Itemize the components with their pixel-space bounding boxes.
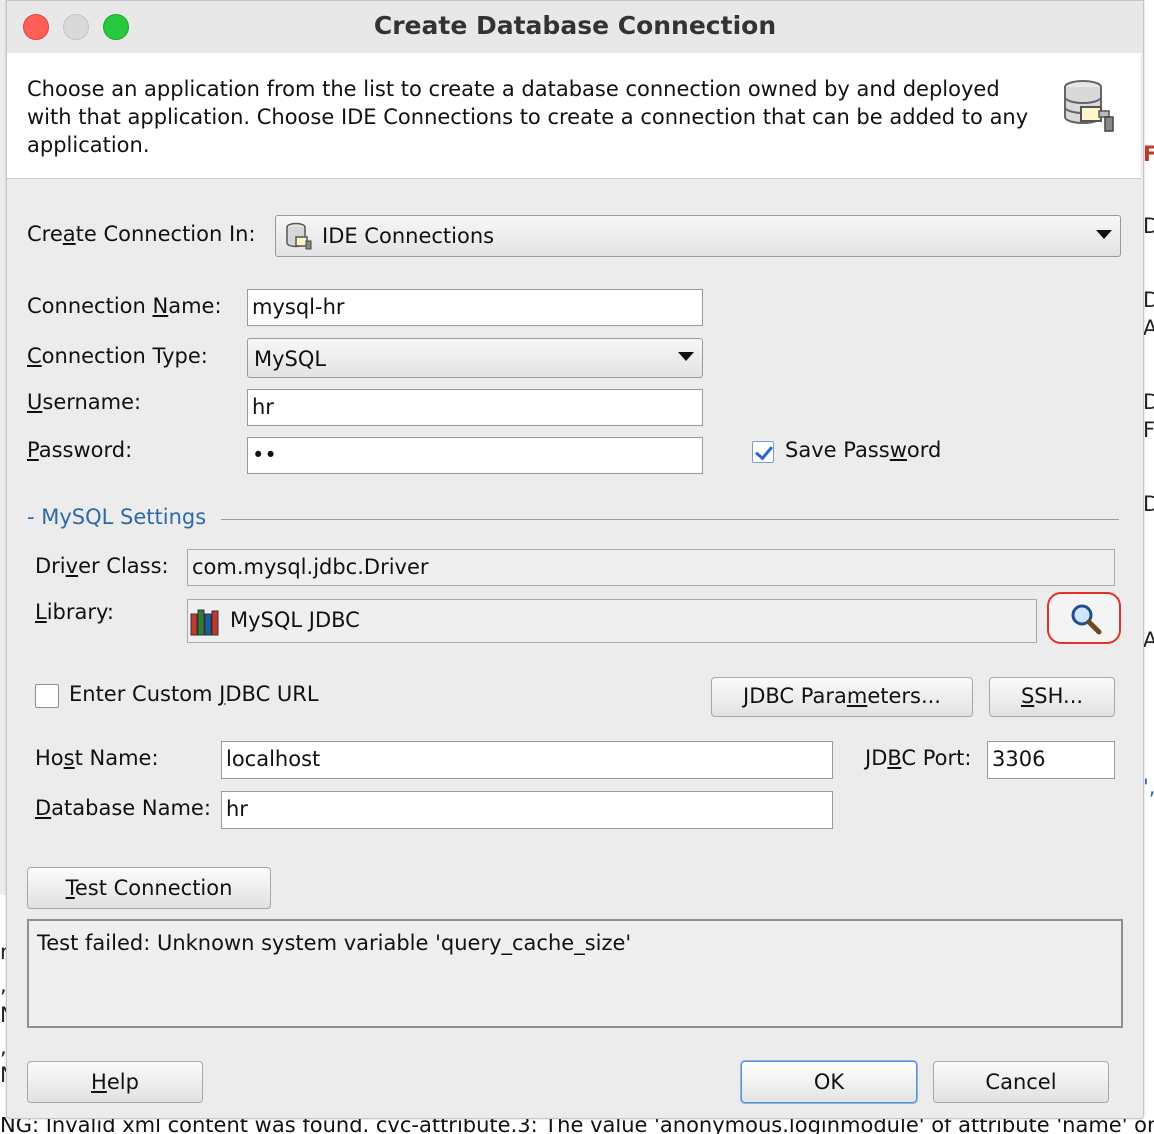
bg-fragment: A (1143, 316, 1154, 340)
create-connection-in-select[interactable]: IDE Connections (275, 215, 1121, 257)
library-label: Library: (35, 600, 114, 624)
password-input[interactable]: •• (247, 437, 703, 474)
bg-fragment: D (1143, 390, 1154, 414)
connection-name-label: Connection Name: (27, 294, 222, 318)
library-browse-button[interactable] (1047, 592, 1121, 644)
bg-fragment: A (1143, 628, 1154, 652)
create-connection-in-label: Create Connection In: (27, 222, 256, 246)
chevron-down-icon (1096, 230, 1112, 239)
username-label: Username: (27, 390, 142, 414)
mysql-settings-toggle[interactable]: - MySQL Settings (27, 505, 206, 529)
search-icon (1071, 604, 1102, 635)
username-input[interactable]: hr (247, 389, 703, 426)
test-result-area: Test failed: Unknown system variable 'qu… (27, 919, 1123, 1028)
host-name-label: Host Name: (35, 746, 159, 770)
custom-jdbc-url-label[interactable]: Enter Custom JDBC URL (69, 682, 319, 706)
create-connection-in-value: IDE Connections (322, 224, 495, 248)
header-description: Choose an application from the list to c… (27, 77, 1029, 157)
driver-class-field: com.mysql.jdbc.Driver (187, 549, 1115, 586)
bg-fragment: D (1143, 214, 1154, 238)
library-field: MySQL JDBC (187, 599, 1037, 643)
background-log-line: NG: Invalid xml content was found. cvc-a… (0, 1117, 1154, 1134)
title-bar[interactable]: Create Database Connection (7, 1, 1143, 53)
password-label: Password: (27, 438, 133, 462)
bg-fragment: Fo (1143, 142, 1154, 166)
chevron-down-icon (678, 352, 694, 361)
header-panel: Choose an application from the list to c… (7, 53, 1141, 179)
save-password-label[interactable]: Save Password (785, 438, 941, 462)
database-name-label: Database Name: (35, 796, 211, 820)
dialog-title: Create Database Connection (373, 11, 777, 40)
database-connection-icon (1064, 80, 1114, 132)
library-value: MySQL JDBC (230, 608, 360, 632)
jdbc-port-label: JDBC Port: (865, 746, 972, 770)
test-connection-button[interactable]: Test Connection (27, 867, 271, 909)
bg-fragment: D (1143, 492, 1154, 516)
ssh-button[interactable]: SSH... (989, 677, 1115, 717)
database-name-input[interactable]: hr (221, 791, 833, 829)
ok-button[interactable]: OK (741, 1061, 917, 1103)
custom-jdbc-url-checkbox[interactable] (35, 684, 59, 708)
driver-class-label: Driver Class: (35, 554, 169, 578)
connection-type-label: Connection Type: (27, 344, 208, 368)
create-database-connection-dialog: Create Database Connection Choose an app… (6, 0, 1144, 1119)
connection-type-value: MySQL (254, 347, 327, 371)
test-result-text: Test failed: Unknown system variable 'qu… (37, 931, 632, 955)
section-divider (221, 519, 1119, 520)
save-password-checkbox[interactable] (752, 441, 774, 463)
log-text: NG: Invalid xml content was found. cvc-a… (0, 1117, 1154, 1134)
ide-connections-icon (286, 222, 312, 250)
jdbc-port-input[interactable]: 3306 (987, 741, 1115, 779)
library-books-icon (190, 609, 219, 636)
bg-fragment: F (1143, 418, 1154, 442)
jdbc-parameters-button[interactable]: JDBC Parameters... (711, 677, 973, 717)
help-button[interactable]: Help (27, 1061, 203, 1103)
bg-fragment: ', (1143, 775, 1154, 799)
connection-type-select[interactable]: MySQL (247, 338, 703, 378)
cancel-button[interactable]: Cancel (933, 1061, 1109, 1103)
connection-name-input[interactable]: mysql-hr (247, 289, 703, 326)
bg-fragment: D (1143, 288, 1154, 312)
host-name-input[interactable]: localhost (221, 741, 833, 779)
